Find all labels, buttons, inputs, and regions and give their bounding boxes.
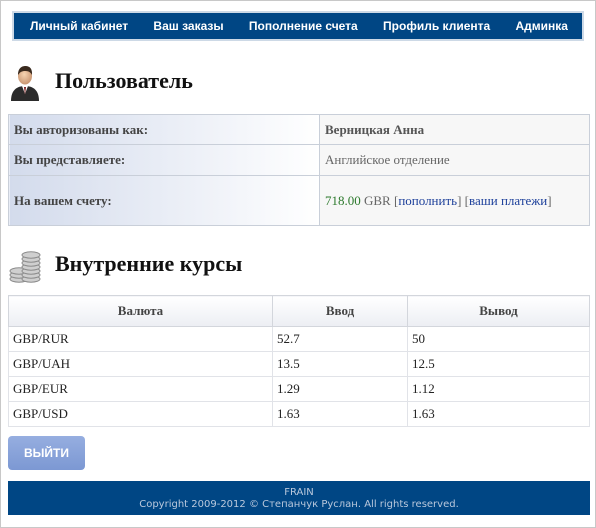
- column-header-output: Вывод: [407, 295, 590, 327]
- output-rate-cell: 50: [407, 326, 590, 352]
- nav-item-profile[interactable]: Профиль клиента: [383, 19, 490, 33]
- column-header-currency: Валюта: [8, 295, 273, 327]
- footer: FRAIN Copyright 2009-2012 © Степанчук Ру…: [8, 481, 590, 515]
- user-row-label: Вы авторизованы как:: [8, 114, 320, 145]
- logout-button[interactable]: ВЫЙТИ: [8, 436, 85, 470]
- user-row-balance: На вашем счету: 718.00 GBR [пополнить] […: [8, 175, 590, 226]
- user-row-label: На вашем счету:: [8, 175, 320, 226]
- user-name-value: Верницкая Анна: [319, 114, 590, 145]
- page-frame: Личный кабинет Ваш заказы Пополнение сче…: [0, 0, 596, 528]
- table-row: GBP/UAH 13.5 12.5: [8, 351, 590, 377]
- nav-item-topup[interactable]: Пополнение счета: [249, 19, 358, 33]
- input-rate-cell: 1.29: [272, 376, 408, 402]
- currency-pair-cell: GBP/EUR: [8, 376, 273, 402]
- table-row: GBP/EUR 1.29 1.12: [8, 376, 590, 402]
- nav-item-orders[interactable]: Ваш заказы: [153, 19, 223, 33]
- user-section-heading: Пользователь: [9, 63, 193, 101]
- input-rate-cell: 13.5: [272, 351, 408, 377]
- output-rate-cell: 1.12: [407, 376, 590, 402]
- rates-section-heading: Внутренние курсы: [9, 246, 243, 283]
- topup-link[interactable]: пополнить: [398, 193, 457, 208]
- coins-icon: [9, 246, 41, 283]
- currency-pair-cell: GBP/USD: [8, 401, 273, 427]
- balance-currency: GBR: [364, 192, 391, 208]
- currency-pair-cell: GBP/RUR: [8, 326, 273, 352]
- top-nav: Личный кабинет Ваш заказы Пополнение сче…: [12, 11, 584, 41]
- table-row: GBP/RUR 52.7 50: [8, 326, 590, 352]
- user-row-login: Вы авторизованы как: Верницкая Анна: [8, 114, 590, 145]
- user-icon: [9, 63, 41, 101]
- rates-header-row: Валюта Ввод Вывод: [8, 295, 590, 327]
- rates-table: Валюта Ввод Вывод GBP/RUR 52.7 50 GBP/UA…: [8, 295, 590, 427]
- user-section-title: Пользователь: [55, 68, 193, 93]
- user-row-label: Вы представляете:: [8, 144, 320, 176]
- table-row: GBP/USD 1.63 1.63: [8, 401, 590, 427]
- nav-item-admin[interactable]: Админка: [515, 19, 567, 33]
- payments-link[interactable]: ваши платежи: [469, 193, 547, 208]
- output-rate-cell: 12.5: [407, 351, 590, 377]
- user-row-department: Вы представляете: Английское отделение: [8, 144, 590, 176]
- input-rate-cell: 1.63: [272, 401, 408, 427]
- footer-brand: FRAIN: [284, 487, 314, 498]
- balance-cell: 718.00 GBR [пополнить] [ваши платежи]: [319, 175, 590, 226]
- input-rate-cell: 52.7: [272, 326, 408, 352]
- user-info-table: Вы авторизованы как: Верницкая Анна Вы п…: [8, 114, 590, 226]
- output-rate-cell: 1.63: [407, 401, 590, 427]
- department-value: Английское отделение: [319, 144, 590, 176]
- nav-item-cabinet[interactable]: Личный кабинет: [30, 19, 128, 33]
- currency-pair-cell: GBP/UAH: [8, 351, 273, 377]
- footer-copyright: Copyright 2009-2012 © Степанчук Руслан. …: [139, 499, 459, 510]
- column-header-input: Ввод: [272, 295, 408, 327]
- rates-section-title: Внутренние курсы: [55, 251, 243, 276]
- balance-amount: 718.00: [325, 192, 361, 208]
